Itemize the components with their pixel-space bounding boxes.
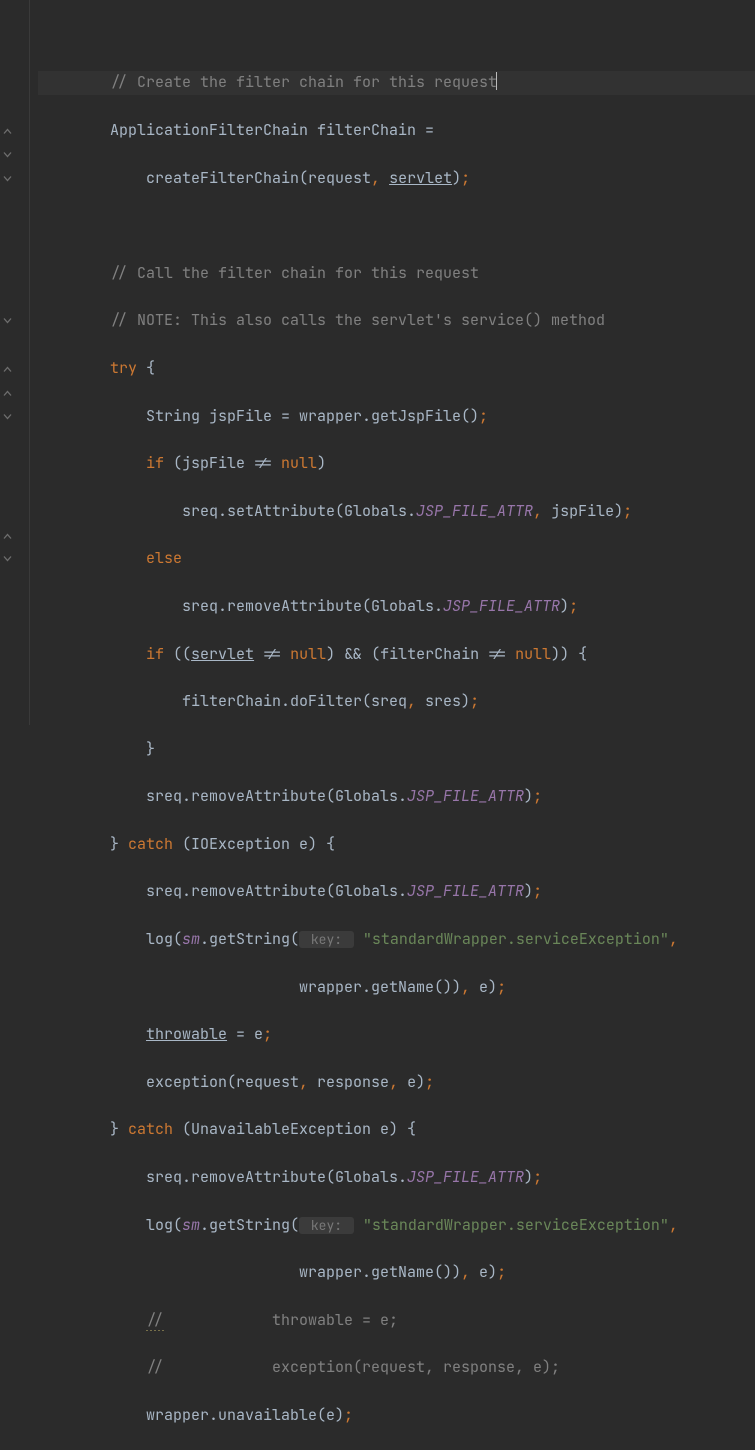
keyword-else: else [146,548,182,568]
keyword-catch: catch [128,1119,173,1139]
static-field: JSP_FILE_ATTR [407,786,524,806]
fold-collapse-icon[interactable] [2,387,13,398]
gutter [0,0,30,725]
static-field: JSP_FILE_ATTR [407,881,524,901]
fold-collapse-icon[interactable] [2,363,13,374]
fold-expand-icon[interactable] [2,411,13,422]
static-field: JSP_FILE_ATTR [443,596,560,616]
comment: // NOTE: This also calls the servlet's s… [110,310,605,330]
string-literal: "standardWrapper.serviceException" [363,929,669,949]
comment: // Call the filter chain for this reques… [110,263,479,283]
comment: // exception(request, response, e); [110,1357,560,1377]
code-editor[interactable]: // Create the filter chain for this requ… [0,0,755,725]
fold-expand-icon[interactable] [2,173,13,184]
fold-expand-icon[interactable] [2,554,13,565]
keyword-if: if [146,453,164,473]
static-field: JSP_FILE_ATTR [407,1167,524,1187]
keyword-try: try [110,358,137,378]
keyword-catch: catch [128,834,173,854]
current-line: // Create the filter chain for this requ… [38,71,755,95]
inline-hint: key: [299,1217,354,1234]
fold-expand-icon[interactable] [2,316,13,327]
comment: // Create the filter chain for this requ… [110,72,497,92]
comment: throwable = e; [164,1310,398,1330]
fold-expand-icon[interactable] [2,149,13,160]
string-literal: "standardWrapper.serviceException" [363,1215,669,1235]
code-area[interactable]: // Create the filter chain for this requ… [30,0,755,725]
text-caret [496,72,497,90]
fold-collapse-icon[interactable] [2,125,13,136]
fold-collapse-icon[interactable] [2,530,13,541]
keyword-if: if [146,644,164,664]
inline-hint: key: [299,931,354,948]
static-field: JSP_FILE_ATTR [416,501,533,521]
